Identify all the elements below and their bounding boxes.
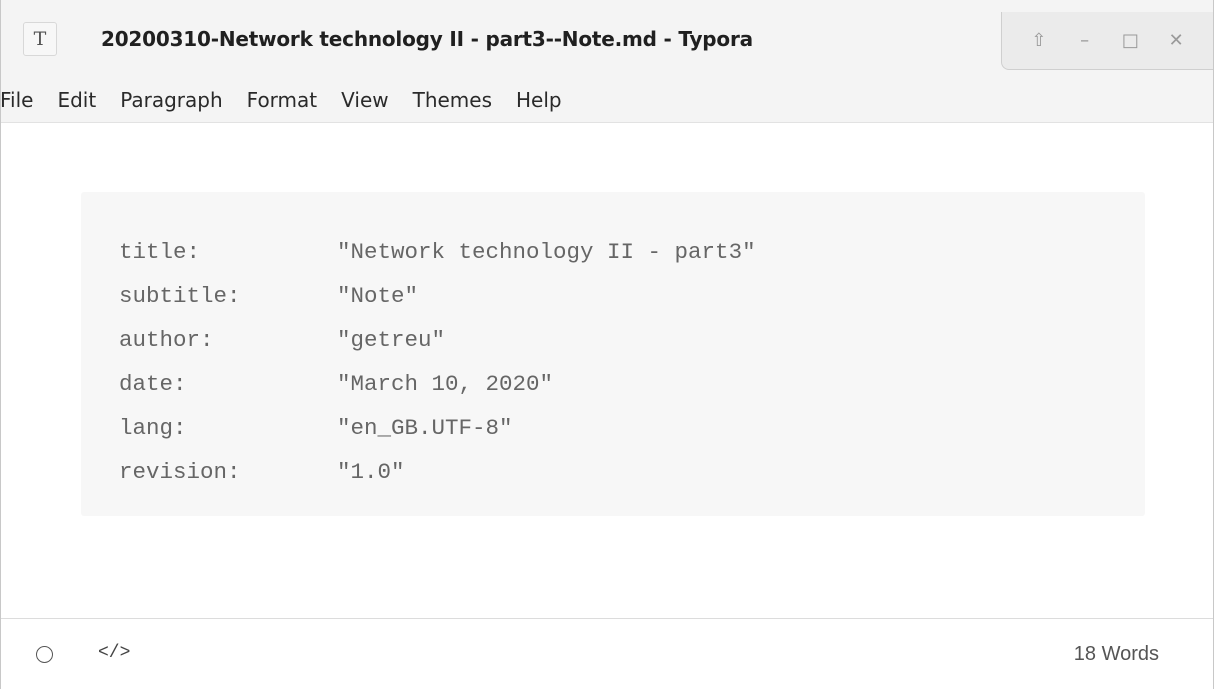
status-bar: </> 18 Words (1, 618, 1213, 689)
yaml-value: "Note" (337, 283, 419, 309)
menu-themes[interactable]: Themes (401, 78, 504, 122)
yaml-line-author: author: "getreu" (119, 318, 756, 362)
menu-view[interactable]: View (329, 78, 400, 122)
yaml-lines: title: "Network technology II - part3" s… (119, 230, 756, 494)
yaml-line-title: title: "Network technology II - part3" (119, 230, 756, 274)
menu-file[interactable]: File (0, 78, 45, 122)
source-code-mode-icon[interactable]: </> (98, 641, 130, 665)
up-arrow-icon[interactable]: ⇧ (1024, 26, 1054, 56)
yaml-line-subtitle: subtitle: "Note" (119, 274, 756, 318)
close-icon[interactable]: ✕ (1161, 26, 1191, 56)
yaml-front-matter-block[interactable]: title: "Network technology II - part3" s… (81, 192, 1145, 516)
yaml-line-lang: lang: "en_GB.UTF-8" (119, 406, 756, 450)
maximize-icon[interactable]: □ (1115, 26, 1145, 56)
yaml-value: "March 10, 2020" (337, 371, 554, 397)
yaml-key: lang: (119, 415, 187, 441)
menu-help[interactable]: Help (504, 78, 574, 122)
menu-edit[interactable]: Edit (45, 78, 108, 122)
yaml-key: author: (119, 327, 214, 353)
yaml-value: "getreu" (337, 327, 446, 353)
minimize-icon[interactable]: – (1070, 26, 1100, 56)
title-bar[interactable]: T 20200310-Network technology II - part3… (1, 0, 1213, 78)
yaml-value: "Network technology II - part3" (337, 239, 756, 265)
typora-window: T 20200310-Network technology II - part3… (0, 0, 1214, 689)
window-title: 20200310-Network technology II - part3--… (101, 27, 753, 51)
word-count[interactable]: 18 Words (1074, 639, 1159, 669)
yaml-line-date: date: "March 10, 2020" (119, 362, 756, 406)
editor-area[interactable]: title: "Network technology II - part3" s… (1, 123, 1213, 618)
window-controls: ⇧ – □ ✕ (1001, 12, 1213, 70)
yaml-key: date: (119, 371, 187, 397)
typora-app-icon: T (23, 22, 57, 56)
menu-bar: File Edit Paragraph Format View Themes H… (0, 78, 1213, 123)
menu-paragraph[interactable]: Paragraph (108, 78, 234, 122)
outline-toggle-icon[interactable] (36, 646, 53, 663)
yaml-key: title: (119, 239, 201, 265)
yaml-value: "1.0" (337, 459, 405, 485)
menu-format[interactable]: Format (235, 78, 329, 122)
yaml-key: revision: (119, 459, 241, 485)
yaml-line-revision: revision: "1.0" (119, 450, 756, 494)
yaml-key: subtitle: (119, 283, 241, 309)
yaml-value: "en_GB.UTF-8" (337, 415, 513, 441)
